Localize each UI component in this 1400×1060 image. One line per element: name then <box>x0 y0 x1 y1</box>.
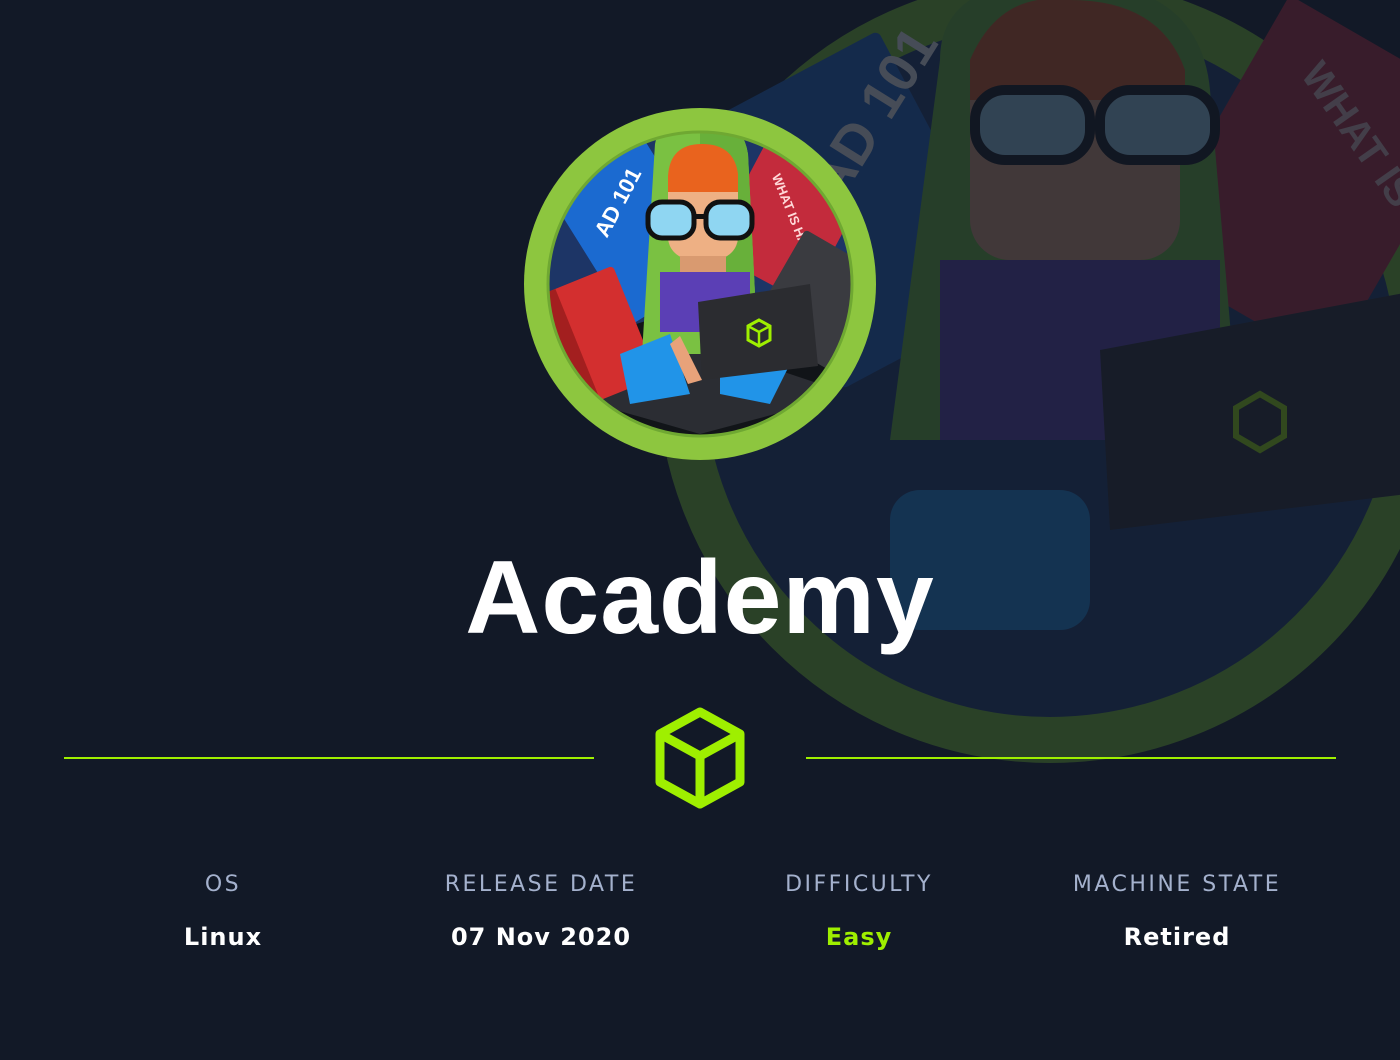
stat-release-date: RELEASE DATE 07 Nov 2020 <box>382 868 700 954</box>
machine-stats: OS Linux RELEASE DATE 07 Nov 2020 DIFFIC… <box>64 868 1336 968</box>
machine-avatar: AD 101 WHAT IS HACKING? <box>524 108 876 460</box>
stat-os-label: OS <box>204 872 242 897</box>
stat-difficulty-value: Easy <box>825 923 893 951</box>
stat-machine-state-label: MACHINE STATE <box>1072 872 1282 897</box>
stat-release-date-value: 07 Nov 2020 <box>450 923 632 951</box>
hackthebox-cube-icon <box>655 707 745 809</box>
stat-difficulty: DIFFICULTY Easy <box>700 868 1018 954</box>
divider-left <box>64 757 594 759</box>
stat-difficulty-label: DIFFICULTY <box>785 872 933 897</box>
machine-name-title: Academy <box>465 540 935 656</box>
machine-card: AD 101 WHAT IS HACKING? AD 101 <box>0 0 1400 1060</box>
stat-machine-state-value: Retired <box>1123 923 1231 951</box>
stat-os-value: Linux <box>183 923 263 951</box>
stat-machine-state: MACHINE STATE Retired <box>1018 868 1336 954</box>
stat-release-date-label: RELEASE DATE <box>444 872 638 897</box>
stat-os: OS Linux <box>64 868 382 954</box>
divider-right <box>806 757 1336 759</box>
